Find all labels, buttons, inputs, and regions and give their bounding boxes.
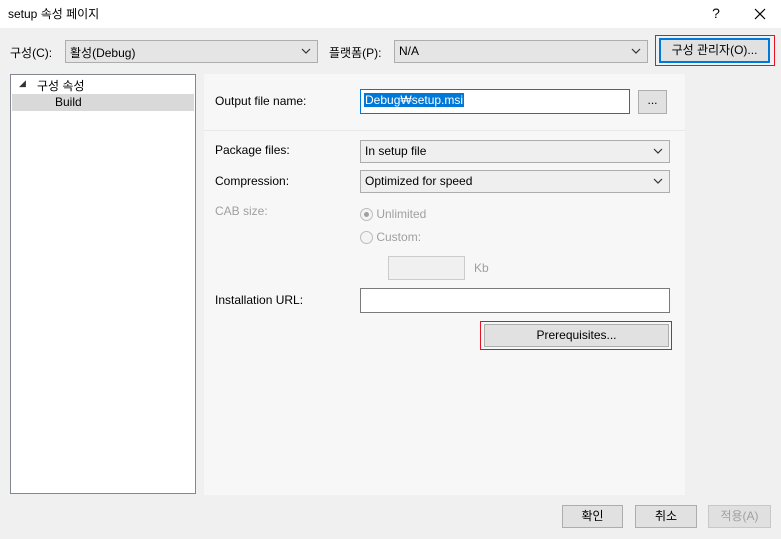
chevron-down-icon <box>653 148 663 154</box>
kb-label: Kb <box>474 261 489 275</box>
compression-label: Compression: <box>215 174 290 188</box>
cab-size-label: CAB size: <box>215 204 268 218</box>
unlimited-option[interactable]: Unlimited <box>360 207 427 222</box>
close-icon <box>754 8 766 20</box>
custom-label: Custom: <box>376 230 422 244</box>
output-file-value: Debug₩setup.msi <box>364 93 465 107</box>
package-files-value: In setup file <box>365 144 427 158</box>
close-button[interactable] <box>748 2 772 24</box>
config-value: 활성(Debug) <box>70 46 136 60</box>
config-manager-button[interactable]: 구성 관리자(O)... <box>659 38 770 63</box>
config-combo[interactable]: 활성(Debug) <box>65 40 318 63</box>
compression-combo[interactable]: Optimized for speed <box>360 170 670 193</box>
installation-url-input[interactable] <box>360 288 670 313</box>
expand-arrow-icon[interactable]: ◢ <box>19 78 26 89</box>
title-bar <box>0 0 781 28</box>
output-file-input[interactable]: Debug₩setup.msi <box>360 89 630 114</box>
cancel-button[interactable]: 취소 <box>635 505 697 528</box>
tree-item-build[interactable]: Build <box>12 94 194 111</box>
custom-radio[interactable] <box>360 231 373 245</box>
output-file-label: Output file name: <box>215 94 307 108</box>
chevron-down-icon <box>631 48 641 54</box>
installation-url-label: Installation URL: <box>215 293 304 307</box>
ok-button[interactable]: 확인 <box>562 505 623 528</box>
window-title: setup 속성 페이지 <box>8 7 100 21</box>
property-area <box>204 74 685 495</box>
browse-button[interactable]: ... <box>638 90 667 114</box>
apply-button[interactable]: 적용(A) <box>708 505 771 528</box>
custom-size-input[interactable] <box>388 256 465 280</box>
compression-value: Optimized for speed <box>365 174 473 188</box>
help-button[interactable]: ? <box>706 2 726 24</box>
custom-option[interactable]: Custom: <box>360 230 422 245</box>
platform-label: 플랫폼(P): <box>329 46 382 60</box>
chevron-down-icon <box>653 178 663 184</box>
prerequisites-button[interactable]: Prerequisites... <box>484 324 669 347</box>
unlimited-radio[interactable] <box>360 208 373 222</box>
platform-value: N/A <box>399 44 420 58</box>
package-files-combo[interactable]: In setup file <box>360 140 670 163</box>
chevron-down-icon <box>301 48 311 54</box>
tree-item-build-label: Build <box>55 95 82 109</box>
divider <box>204 130 685 131</box>
config-label: 구성(C): <box>10 46 53 60</box>
platform-combo[interactable]: N/A <box>394 40 648 63</box>
package-files-label: Package files: <box>215 143 290 157</box>
tree-item-config-properties[interactable]: 구성 속성 <box>37 77 85 94</box>
unlimited-label: Unlimited <box>376 207 427 221</box>
tree-panel <box>10 74 196 494</box>
